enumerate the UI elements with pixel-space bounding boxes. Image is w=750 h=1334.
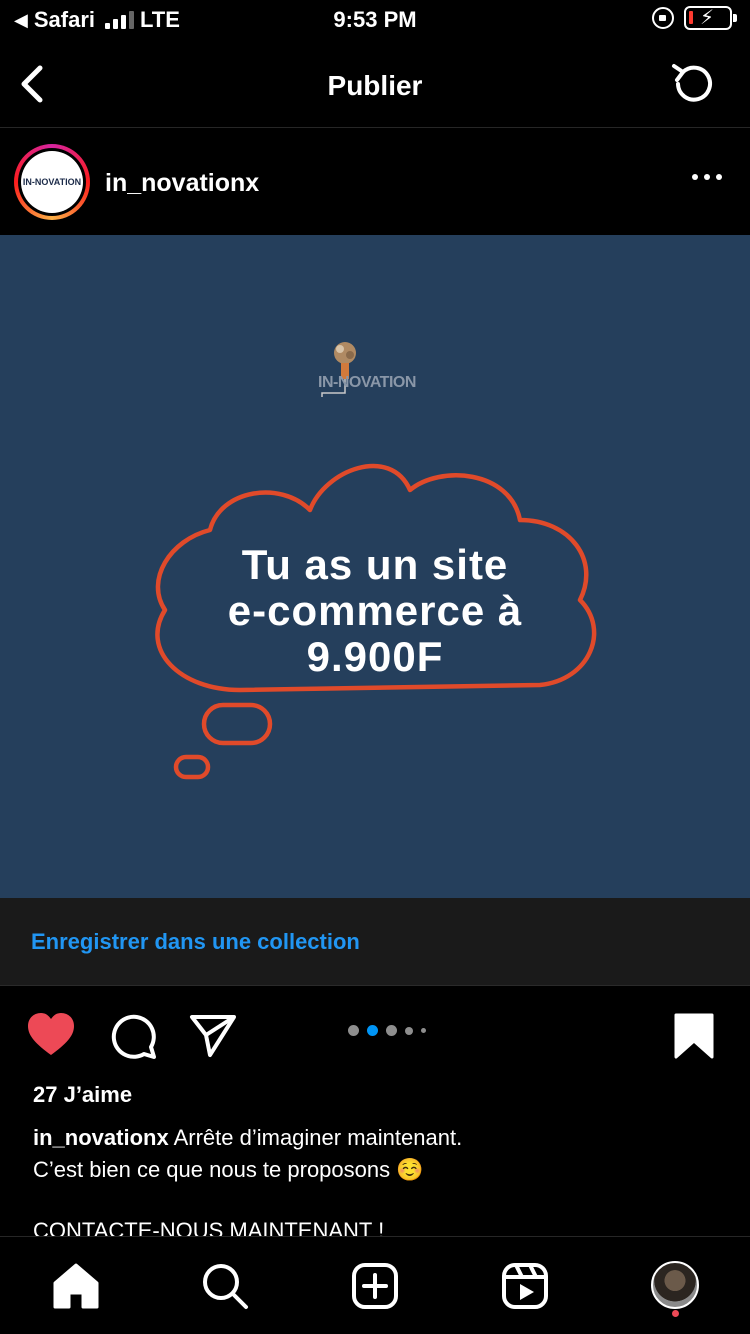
post-headline: Tu as un site e-commerce à 9.900F xyxy=(140,542,610,680)
reels-icon[interactable] xyxy=(500,1261,550,1311)
more-options-icon[interactable] xyxy=(692,174,722,180)
save-to-collection-link[interactable]: Enregistrer dans une collection xyxy=(31,929,360,955)
status-right: ⚡ xyxy=(652,6,737,30)
lightbulb-logo-icon xyxy=(321,342,356,397)
heart-icon[interactable] xyxy=(26,1011,76,1061)
headline-line-2: e-commerce à xyxy=(227,587,523,634)
battery-icon: ⚡ xyxy=(684,6,737,30)
caption-username[interactable]: in_novationx xyxy=(33,1125,169,1150)
bookmark-icon[interactable] xyxy=(672,1011,716,1061)
carousel-dot xyxy=(386,1025,397,1036)
add-post-icon[interactable] xyxy=(350,1261,400,1311)
brand-label: IN-NOVATION xyxy=(318,374,416,391)
avatar-logo: IN-NOVATION xyxy=(21,151,83,213)
likes-count[interactable]: 27 J’aime xyxy=(33,1082,132,1108)
status-bar: ◀ Safari LTE 9:53 PM ⚡ xyxy=(0,0,750,40)
status-time: 9:53 PM xyxy=(333,7,417,32)
post-username[interactable]: in_novationx xyxy=(105,169,259,198)
carousel-dot xyxy=(405,1026,413,1035)
carousel-dot xyxy=(348,1025,359,1036)
carousel-indicator xyxy=(348,1025,426,1036)
rotation-lock-icon xyxy=(652,7,674,29)
share-icon[interactable] xyxy=(188,1011,238,1061)
comment-icon[interactable] xyxy=(108,1011,158,1061)
post-caption: in_novationx Arrête d’imaginer maintenan… xyxy=(33,1122,723,1186)
page-header: Publier xyxy=(0,40,750,128)
notification-dot xyxy=(672,1310,679,1317)
home-icon[interactable] xyxy=(51,1261,101,1311)
caption-line-1: Arrête d’imaginer maintenant. xyxy=(168,1125,463,1150)
caption-line-2: C’est bien ce que nous te proposons ☺️ xyxy=(33,1157,424,1182)
post-actions xyxy=(0,987,750,1077)
search-icon[interactable] xyxy=(200,1261,250,1311)
collection-bar: Enregistrer dans une collection xyxy=(0,898,750,986)
headline-line-3: 9.900F xyxy=(306,633,444,680)
page-title: Publier xyxy=(327,70,423,101)
carousel-dot xyxy=(421,1028,426,1033)
post-image[interactable]: IN-NOVATION Tu as un site e-commerce à 9… xyxy=(0,235,750,898)
carousel-dot-active xyxy=(367,1025,378,1036)
headline-line-1: Tu as un site xyxy=(241,541,509,588)
profile-avatar[interactable] xyxy=(651,1261,699,1309)
bottom-nav xyxy=(0,1236,750,1334)
post-header: IN-NOVATION in_novationx xyxy=(0,129,750,235)
avatar[interactable]: IN-NOVATION xyxy=(14,144,90,220)
refresh-icon[interactable] xyxy=(668,58,720,110)
